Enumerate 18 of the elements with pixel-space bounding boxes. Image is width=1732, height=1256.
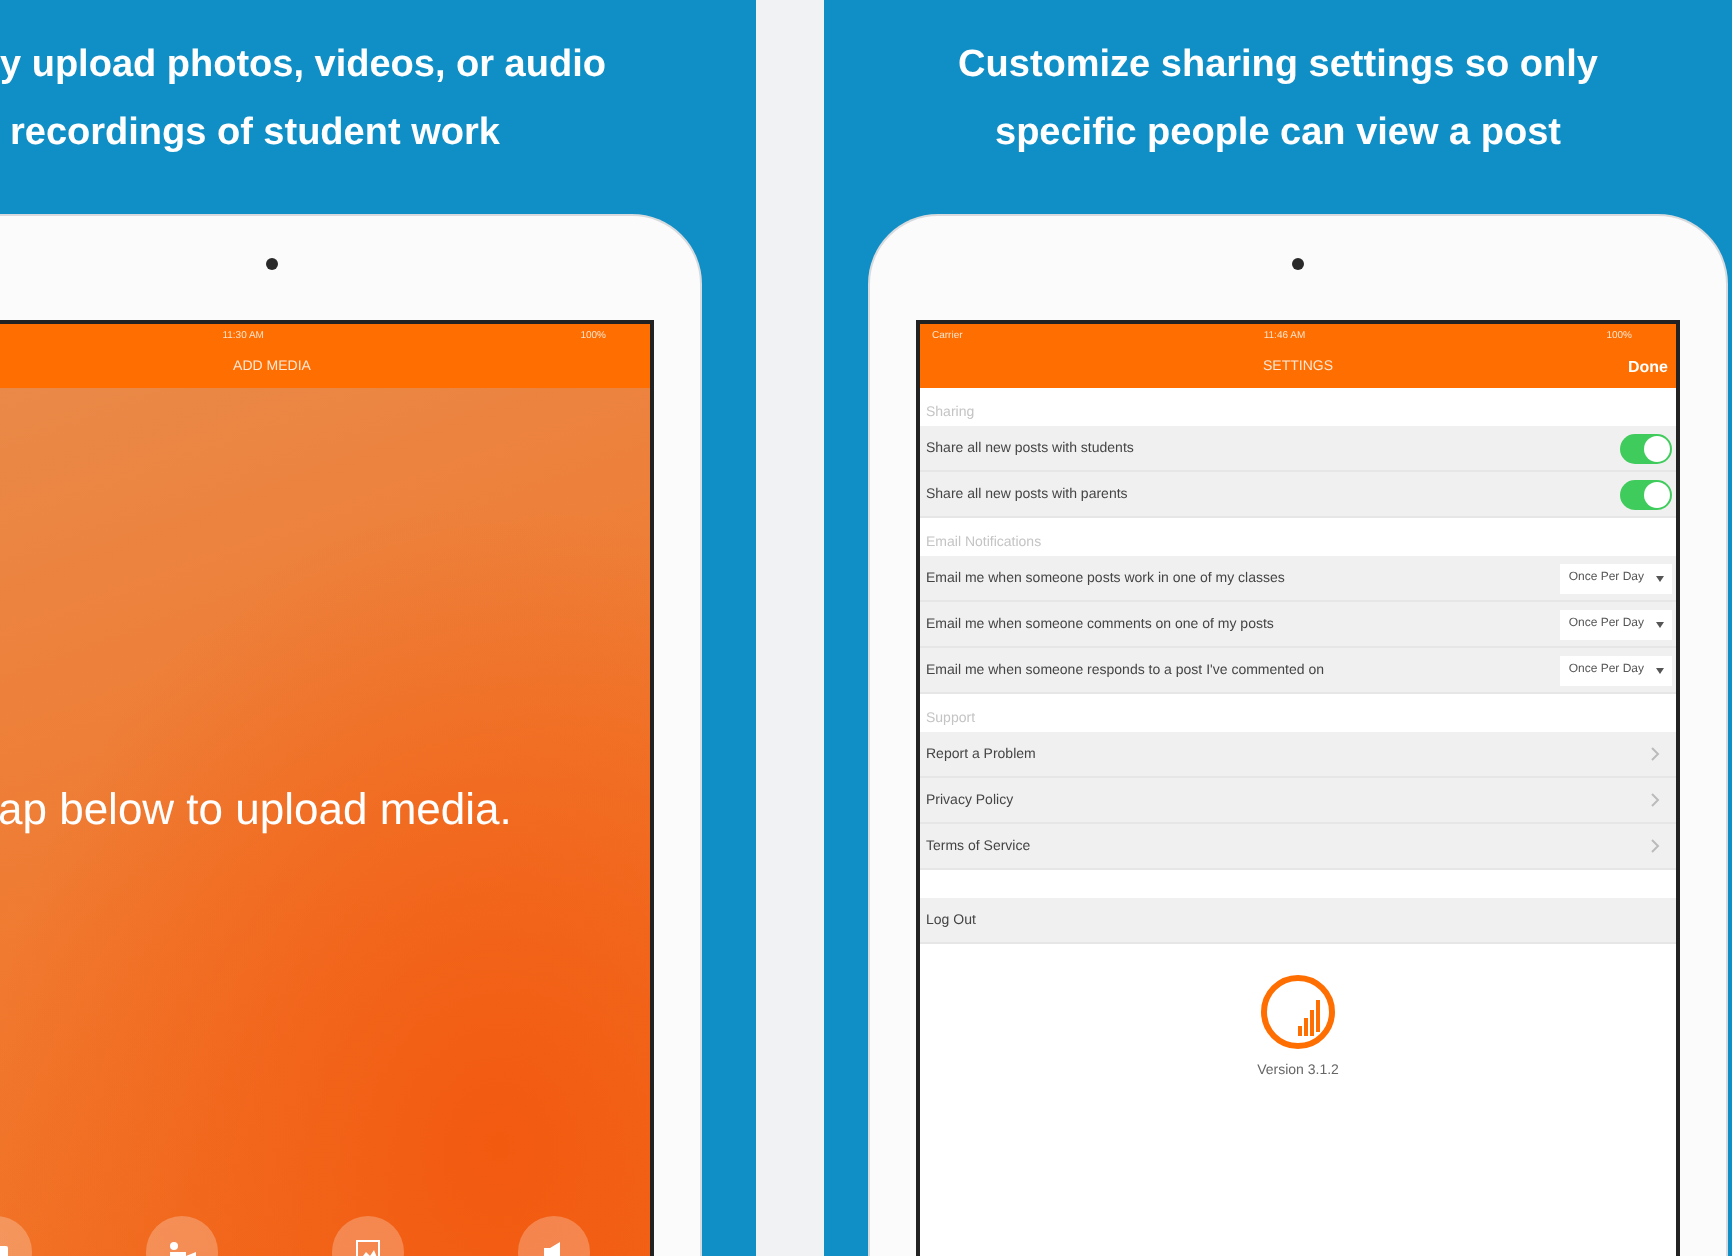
toggle-switch[interactable] [1620,433,1672,463]
video-camera-icon [168,1242,196,1256]
logo-icon [1258,972,1338,1052]
caret-icon [1656,667,1664,673]
caption-text: y upload photos, videos, or audio [0,42,606,90]
caption-text: recordings of student work [8,110,500,158]
caption-text: Customize sharing settings so only [958,42,1598,90]
chevron-right-icon [1650,838,1660,854]
chevron-right-icon [1650,746,1660,762]
caption-text: specific people can view a post [995,110,1561,158]
speaker-icon [544,1242,564,1256]
caret-icon [1656,621,1664,627]
caret-icon [1656,575,1664,581]
toggle-switch[interactable] [1620,479,1672,509]
upload-prompt: ap below to upload media. [0,784,514,836]
camera-dot [1292,258,1304,270]
camera-dot [266,258,278,270]
chevron-right-icon [1650,792,1660,808]
